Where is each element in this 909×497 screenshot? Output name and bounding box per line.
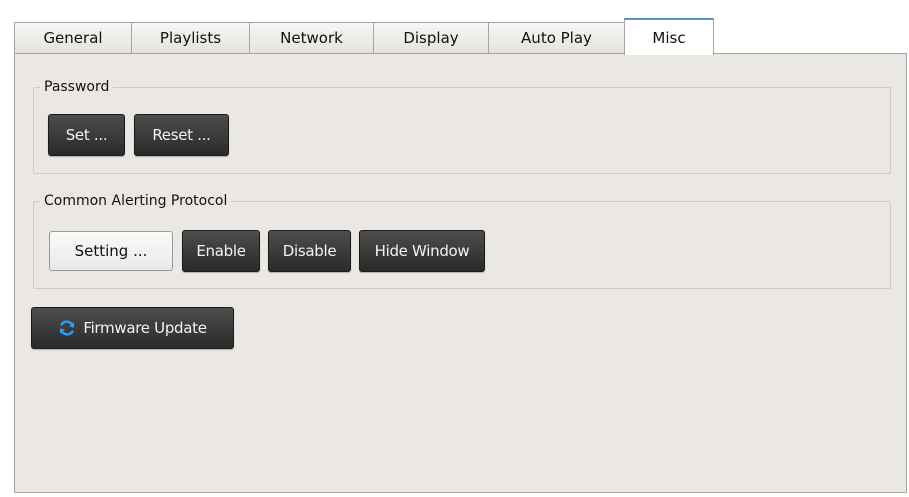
tab-general[interactable]: General bbox=[14, 22, 132, 53]
tab-playlists[interactable]: Playlists bbox=[131, 22, 250, 53]
firmware-update-button[interactable]: Firmware Update bbox=[31, 307, 234, 349]
tab-display[interactable]: Display bbox=[373, 22, 489, 53]
cap-group: Common Alerting Protocol Setting ... Ena… bbox=[33, 191, 891, 289]
refresh-icon bbox=[60, 320, 75, 336]
tab-misc[interactable]: Misc bbox=[624, 18, 714, 55]
firmware-update-label: Firmware Update bbox=[83, 319, 207, 337]
cap-hide-window-button[interactable]: Hide Window bbox=[359, 230, 485, 272]
reset-password-button[interactable]: Reset ... bbox=[134, 114, 229, 156]
settings-window: General Playlists Network Display Auto P… bbox=[0, 0, 909, 497]
password-group-title: Password bbox=[40, 77, 114, 97]
tab-bar: General Playlists Network Display Auto P… bbox=[14, 18, 907, 55]
cap-enable-button[interactable]: Enable bbox=[182, 230, 260, 272]
cap-setting-button[interactable]: Setting ... bbox=[49, 231, 173, 271]
set-password-button[interactable]: Set ... bbox=[48, 114, 125, 156]
cap-group-title: Common Alerting Protocol bbox=[40, 191, 232, 211]
cap-disable-button[interactable]: Disable bbox=[268, 230, 351, 272]
tab-auto-play[interactable]: Auto Play bbox=[488, 22, 625, 53]
password-group: Password Set ... Reset ... bbox=[33, 77, 891, 174]
tab-network[interactable]: Network bbox=[249, 22, 374, 53]
misc-panel: Password Set ... Reset ... Common Alerti… bbox=[14, 53, 907, 493]
